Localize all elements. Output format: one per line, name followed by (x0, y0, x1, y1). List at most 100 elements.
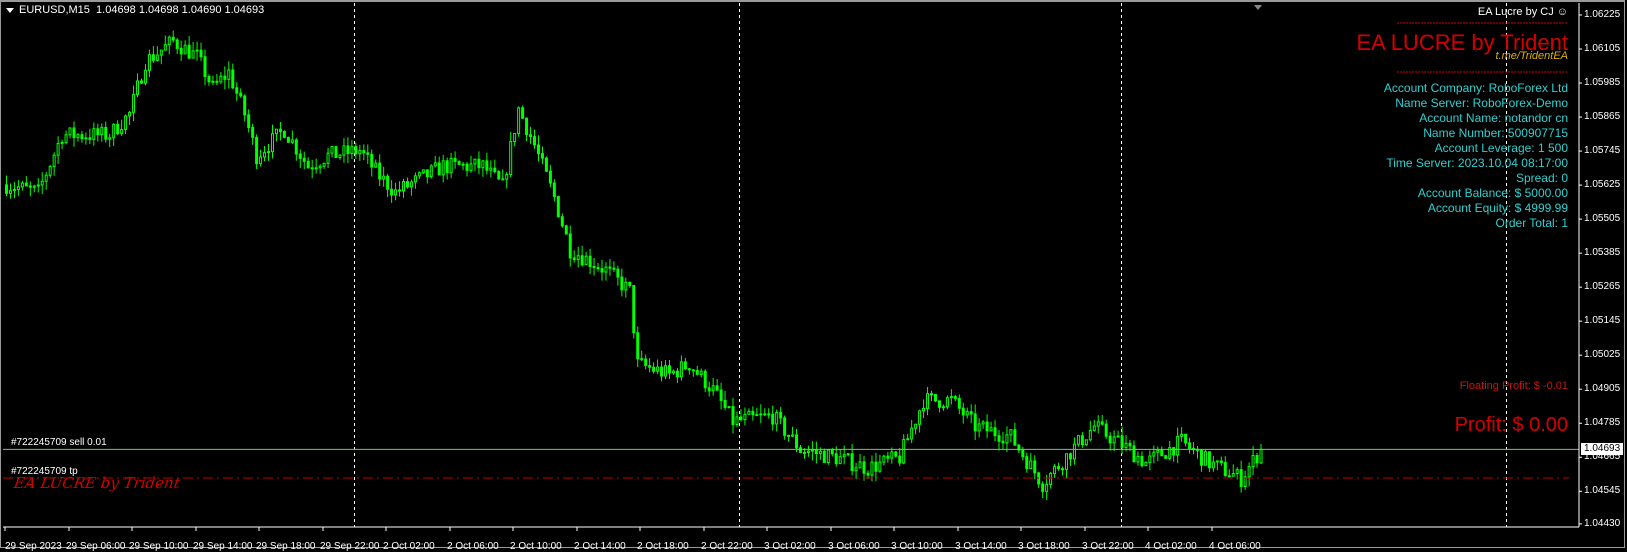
price-tick-label: 1.04545 (1584, 485, 1621, 497)
candle (739, 409, 743, 422)
candle (540, 146, 544, 165)
candle (850, 444, 854, 476)
candle (723, 390, 727, 411)
candle (715, 378, 719, 392)
time-tick-label: 29 Sep 2023 (5, 541, 62, 552)
symbol-header: EURUSD,M15 1.04698 1.04698 1.04690 1.046… (6, 4, 264, 16)
candle (147, 49, 151, 78)
candle (489, 160, 493, 178)
candle (1001, 431, 1005, 450)
candle (1199, 449, 1203, 472)
time-tick-label: 3 Oct 18:00 (1018, 541, 1070, 552)
candle (612, 261, 616, 272)
price-tick-label: 1.04430 (1584, 517, 1621, 529)
candle (548, 164, 552, 188)
candle (405, 177, 409, 189)
candle (1140, 451, 1144, 468)
candle (40, 172, 44, 195)
candle (342, 138, 346, 163)
candle (1057, 462, 1061, 471)
candle (382, 166, 386, 187)
candle (139, 78, 143, 84)
candle (536, 135, 540, 162)
candle (306, 157, 310, 169)
candle (211, 75, 215, 86)
candle (48, 164, 52, 179)
candle (1207, 451, 1211, 473)
candle (926, 387, 930, 416)
candle (36, 178, 40, 193)
candle (977, 418, 981, 438)
candle (243, 94, 247, 122)
candle (961, 402, 965, 424)
candle (425, 169, 429, 184)
candle (465, 161, 469, 177)
candle (477, 151, 481, 175)
sell-order-label[interactable]: #722245709 sell 0.01 (11, 437, 107, 448)
candle (310, 159, 314, 179)
candle (437, 156, 441, 176)
candle (461, 161, 465, 171)
candle (787, 434, 791, 442)
candle (1096, 415, 1100, 434)
candle (1092, 419, 1096, 432)
candle (1041, 481, 1045, 498)
candle (604, 262, 608, 281)
candle (485, 152, 489, 175)
candle (44, 171, 48, 190)
candle (679, 355, 683, 381)
time-tick-label: 29 Sep 06:00 (66, 541, 126, 552)
candle (513, 132, 517, 147)
candle (596, 262, 600, 272)
candle (1211, 455, 1215, 472)
price-tick-label: 1.05625 (1584, 179, 1621, 191)
candle (88, 128, 92, 145)
candle (806, 445, 810, 457)
dropdown-triangle-icon[interactable] (6, 7, 14, 13)
candle (1251, 446, 1255, 476)
candle (24, 176, 28, 187)
candle (814, 441, 818, 464)
candle (453, 151, 457, 169)
candle (457, 160, 461, 165)
time-tick-label: 3 Oct 06:00 (828, 541, 880, 552)
price-tick-label: 1.05385 (1584, 247, 1621, 259)
candle (1259, 443, 1263, 465)
time-tick-label: 2 Oct 06:00 (447, 541, 499, 552)
candle (664, 360, 668, 380)
candle (417, 171, 421, 179)
candle (874, 452, 878, 482)
candle (580, 245, 584, 267)
candle (207, 74, 211, 86)
candle (1072, 437, 1076, 465)
candle (338, 154, 342, 160)
candle (386, 173, 390, 198)
candle (318, 164, 322, 174)
candle (628, 281, 632, 288)
ohlc-values: 1.04698 1.04698 1.04690 1.04693 (96, 4, 265, 16)
candle (195, 41, 199, 61)
candle (1243, 470, 1247, 490)
candle (600, 259, 604, 281)
candle (1080, 432, 1084, 448)
candle (259, 149, 263, 167)
candle (72, 121, 76, 147)
candle (584, 251, 588, 266)
candle (731, 398, 735, 434)
candle (56, 136, 60, 164)
candle (92, 122, 96, 146)
candle (608, 259, 612, 276)
candle (862, 455, 866, 481)
candle (695, 365, 699, 376)
candle (354, 142, 358, 159)
candle (1013, 422, 1017, 446)
candle (1088, 420, 1092, 442)
account-balance: Account Balance: $ 5000.00 (1417, 186, 1568, 200)
time-server: Time Server: 2023.10.04 08:17:00 (1386, 156, 1568, 170)
candle (1180, 427, 1184, 442)
candle (997, 430, 1001, 451)
chart-shift-marker-icon[interactable] (1254, 5, 1262, 10)
candle (32, 184, 36, 193)
price-tick-label: 1.05025 (1584, 349, 1621, 361)
candle (155, 46, 159, 62)
